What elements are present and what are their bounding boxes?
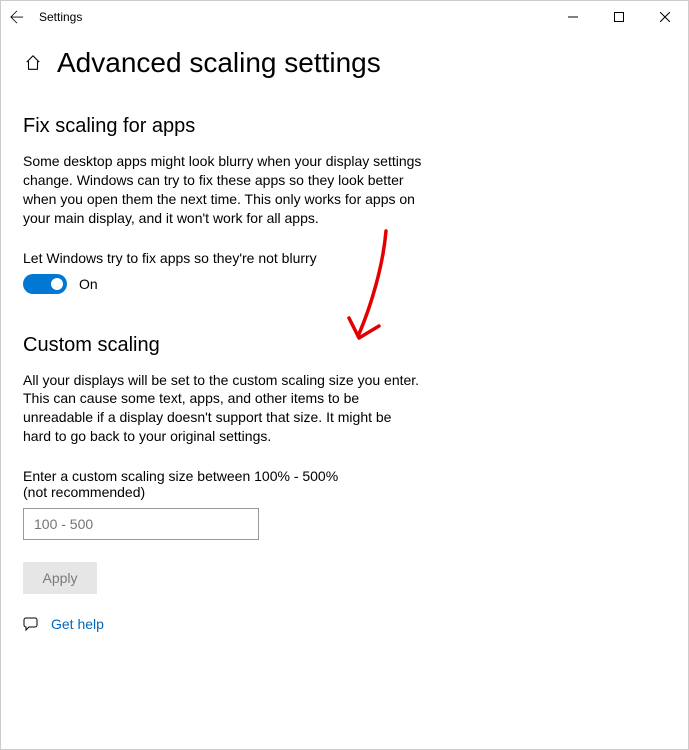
maximize-button[interactable] <box>596 1 642 33</box>
window-title: Settings <box>39 10 82 24</box>
window-controls <box>550 1 688 33</box>
minimize-button[interactable] <box>550 1 596 33</box>
home-icon-svg <box>24 54 42 72</box>
back-button[interactable] <box>9 9 25 25</box>
arrow-left-icon <box>10 10 24 24</box>
toggle-state-text: On <box>79 276 98 292</box>
page-title: Advanced scaling settings <box>57 47 381 79</box>
custom-scaling-description: All your displays will be set to the cus… <box>23 371 423 447</box>
help-row: Get help <box>23 616 666 632</box>
toggle-row: On <box>23 274 666 294</box>
toggle-label: Let Windows try to fix apps so they're n… <box>23 250 666 266</box>
chat-bubble-icon <box>23 616 39 632</box>
fix-scaling-toggle[interactable] <box>23 274 67 294</box>
maximize-icon <box>614 12 624 22</box>
apply-button[interactable]: Apply <box>23 562 97 594</box>
fix-scaling-description: Some desktop apps might look blurry when… <box>23 152 423 228</box>
page-header: Advanced scaling settings <box>23 47 666 79</box>
section-heading-custom-scaling: Custom scaling <box>23 334 666 357</box>
home-icon[interactable] <box>23 53 43 73</box>
custom-scaling-input[interactable] <box>23 508 259 540</box>
chat-icon <box>23 616 39 632</box>
minimize-icon <box>568 12 578 22</box>
scaling-input-label: Enter a custom scaling size between 100%… <box>23 468 353 500</box>
close-icon <box>660 12 670 22</box>
content-area: Advanced scaling settings Fix scaling fo… <box>1 33 688 654</box>
section-heading-fix-scaling: Fix scaling for apps <box>23 115 666 138</box>
get-help-link[interactable]: Get help <box>51 616 104 632</box>
close-button[interactable] <box>642 1 688 33</box>
titlebar: Settings <box>1 1 688 33</box>
